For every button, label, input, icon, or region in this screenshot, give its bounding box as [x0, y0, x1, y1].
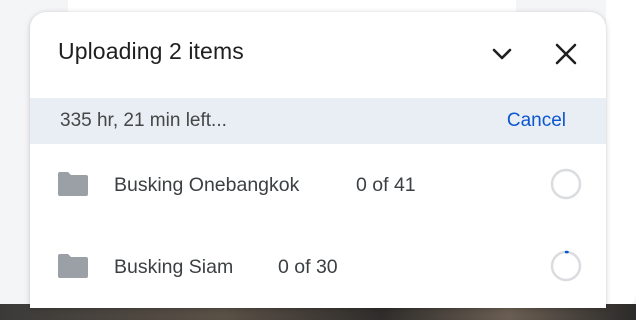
- progress-ring-icon: [550, 250, 582, 282]
- folder-icon: [58, 254, 88, 278]
- upload-item-progress: 0 of 41: [356, 174, 416, 196]
- panel-title: Uploading 2 items: [58, 38, 244, 64]
- close-icon: [555, 43, 577, 65]
- upload-status-bar: 335 hr, 21 min left... Cancel: [30, 98, 606, 144]
- cancel-button[interactable]: Cancel: [507, 110, 566, 132]
- upload-item-progress: 0 of 30: [278, 256, 338, 278]
- close-button[interactable]: [546, 34, 586, 74]
- upload-item-name: Busking Siam: [114, 256, 234, 278]
- progress-ring-icon: [550, 168, 582, 200]
- upload-progress-panel: Uploading 2 items 335 hr, 21 min left...…: [30, 12, 606, 308]
- folder-icon: [58, 172, 88, 196]
- upload-item[interactable]: Busking Onebangkok 0 of 41: [30, 144, 606, 224]
- background-edge: [606, 0, 636, 308]
- time-remaining-text: 335 hr, 21 min left...: [60, 110, 227, 131]
- panel-header: Uploading 2 items: [30, 12, 606, 98]
- collapse-button[interactable]: [482, 34, 522, 74]
- upload-item[interactable]: Busking Siam 0 of 30: [30, 226, 606, 306]
- chevron-down-icon: [492, 48, 512, 60]
- upload-item-name: Busking Onebangkok: [114, 174, 300, 196]
